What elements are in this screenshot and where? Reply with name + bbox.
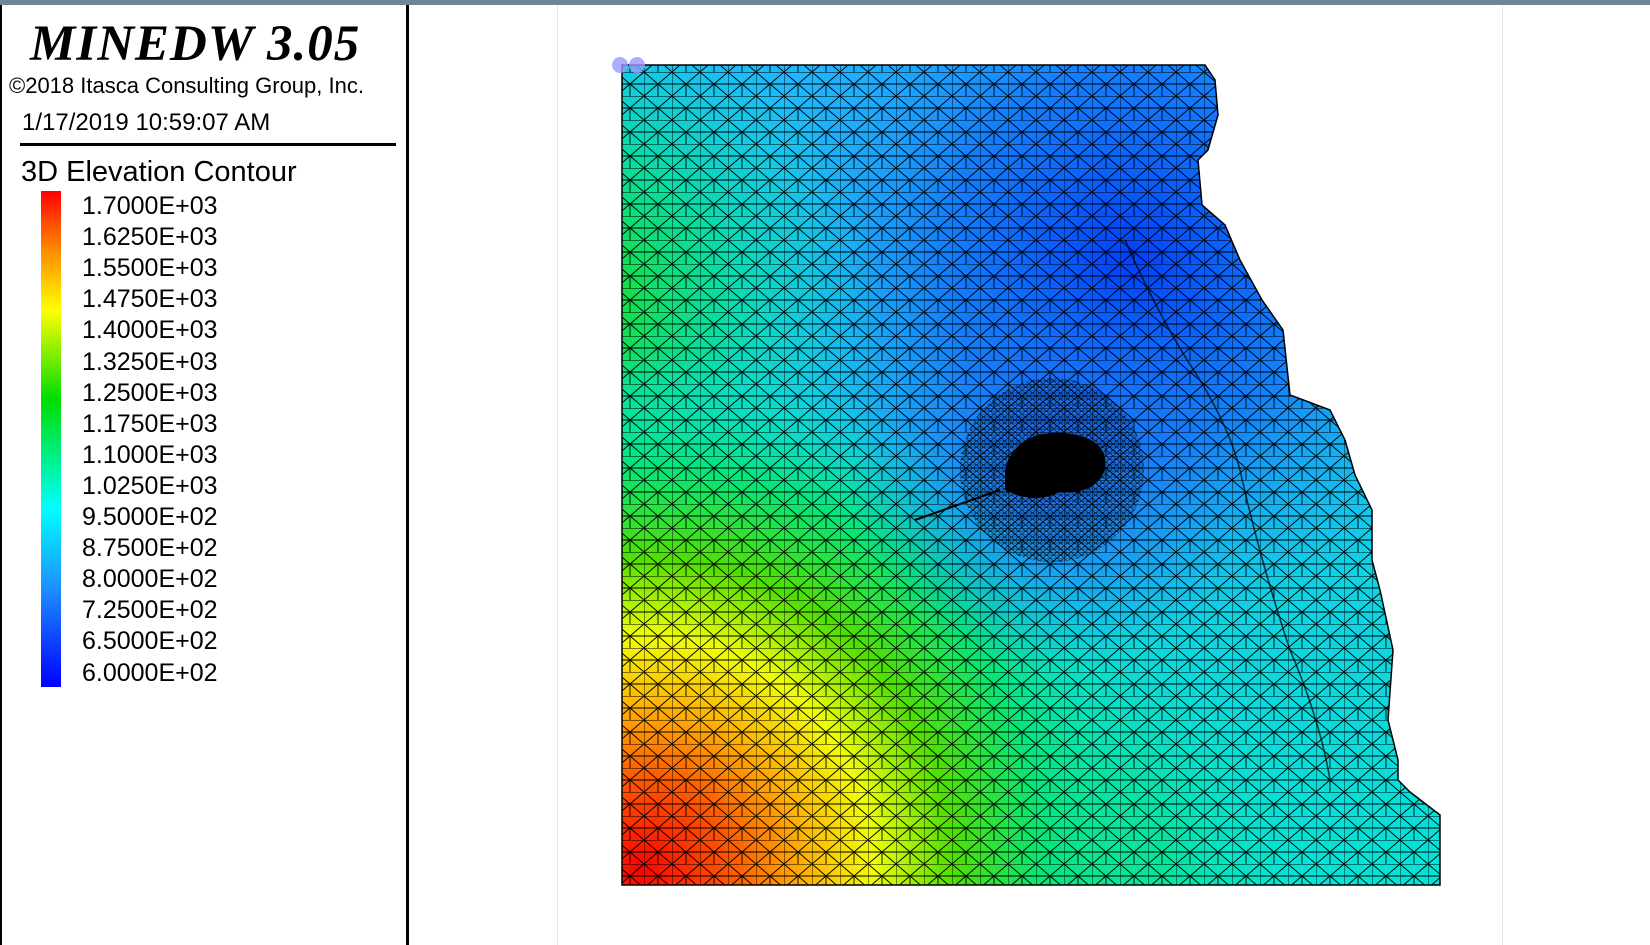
elevation-contour-plot[interactable]: [0, 0, 1650, 945]
boundary-marker: [629, 57, 645, 73]
mesh-domain: [622, 65, 1440, 885]
boundary-marker: [612, 57, 628, 73]
